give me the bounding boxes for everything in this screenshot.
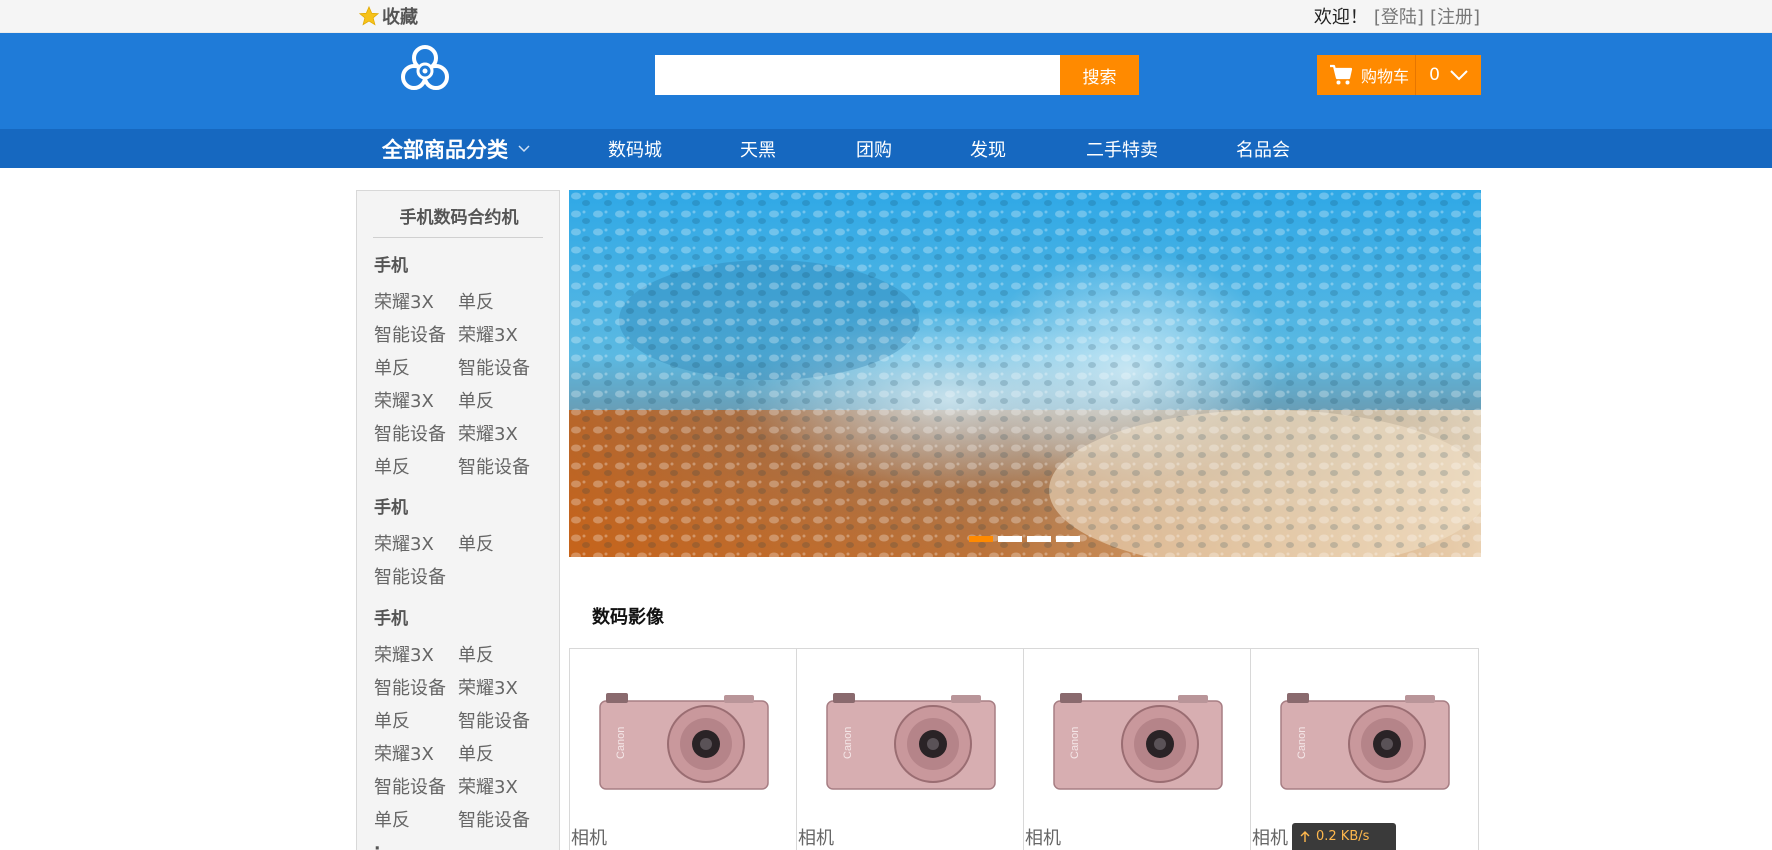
banner-carousel[interactable]: [569, 190, 1481, 557]
search-button[interactable]: 搜索: [1060, 55, 1139, 95]
carousel-dot[interactable]: [1056, 536, 1080, 542]
nav-item-discover[interactable]: 发现: [970, 129, 1006, 168]
top-bar: 收藏 欢迎！ [登陆] [注册]: [0, 0, 1772, 33]
svg-text:Canon: Canon: [615, 727, 627, 759]
nav-item-digital-city[interactable]: 数码城: [608, 129, 662, 168]
cart-button[interactable]: 购物车 0: [1317, 55, 1481, 95]
cart-label-area[interactable]: 购物车: [1317, 55, 1416, 95]
network-speed-widget[interactable]: 0.2 KB/s: [1292, 823, 1396, 850]
sidebar-section-heading: 手机: [374, 256, 408, 276]
cart-label: 购物车: [1361, 67, 1410, 86]
sidebar-link[interactable]: 单反: [374, 707, 410, 733]
sidebar-section-heading: 手机: [374, 498, 408, 518]
sidebar-link[interactable]: 智能设备: [374, 563, 446, 589]
network-speed-text: 0.2 KB/s: [1316, 829, 1370, 844]
sidebar-link[interactable]: 荣耀3X: [374, 387, 434, 413]
camera-image: Canon: [826, 693, 996, 790]
sidebar-link[interactable]: 荣耀3X: [374, 530, 434, 556]
nav-item-second-hand[interactable]: 二手特卖: [1086, 129, 1158, 168]
register-link[interactable]: [注册]: [1430, 3, 1480, 29]
category-sidebar: 手机数码合约机 手机 荣耀3X 单反 智能设备 荣耀3X 单反 智能设备 荣耀3…: [356, 190, 560, 850]
sidebar-link[interactable]: 智能设备: [374, 321, 446, 347]
camera-image: Canon: [1280, 693, 1450, 790]
chevron-down-icon: [518, 144, 530, 152]
product-name[interactable]: 相机: [1252, 824, 1288, 850]
all-categories-label: 全部商品分类: [382, 137, 508, 162]
sidebar-link[interactable]: 单反: [458, 288, 494, 314]
svg-text:Canon: Canon: [1296, 727, 1308, 759]
carousel-dot[interactable]: [1027, 536, 1051, 542]
main-nav: 全部商品分类 数码城 天黑 团购 发现 二手特卖 名品会: [0, 129, 1772, 168]
product-card[interactable]: Canon 相机: [570, 649, 797, 850]
sidebar-link[interactable]: 智能设备: [458, 806, 530, 832]
sidebar-title: 手机数码合约机: [399, 208, 519, 228]
section-title: 数码影像: [592, 607, 664, 628]
nav-item-brand-club[interactable]: 名品会: [1236, 129, 1290, 168]
cart-count-area[interactable]: 0: [1416, 65, 1481, 85]
sidebar-link[interactable]: 荣耀3X: [458, 420, 518, 446]
sidebar-link[interactable]: 荣耀3X: [458, 773, 518, 799]
all-categories-menu[interactable]: 全部商品分类: [382, 129, 530, 168]
sidebar-link[interactable]: 智能设备: [458, 707, 530, 733]
svg-text:Canon: Canon: [842, 727, 854, 759]
svg-text:Canon: Canon: [1069, 727, 1081, 759]
sidebar-section-heading-partial: ·: [374, 839, 381, 850]
header: 搜索 购物车 0: [0, 33, 1772, 129]
carousel-dot-active[interactable]: [969, 536, 993, 542]
star-icon: [358, 5, 380, 26]
sidebar-link[interactable]: 单反: [374, 354, 410, 380]
camera-image: Canon: [599, 693, 769, 790]
sidebar-section-heading: 手机: [374, 609, 408, 629]
sidebar-link[interactable]: 荣耀3X: [458, 321, 518, 347]
cart-count: 0: [1429, 65, 1440, 85]
sidebar-link[interactable]: 荣耀3X: [374, 288, 434, 314]
login-link[interactable]: [登陆]: [1374, 3, 1424, 29]
sidebar-link[interactable]: 智能设备: [374, 420, 446, 446]
favorite-label: 收藏: [382, 7, 418, 28]
upload-arrow-icon: [1300, 830, 1310, 842]
sidebar-link[interactable]: 荣耀3X: [458, 674, 518, 700]
sidebar-link[interactable]: 单反: [374, 453, 410, 479]
sidebar-link[interactable]: 单反: [458, 530, 494, 556]
sidebar-link[interactable]: 单反: [458, 387, 494, 413]
chevron-down-icon: [1450, 70, 1468, 81]
nav-item-group-buy[interactable]: 团购: [856, 129, 892, 168]
sidebar-link[interactable]: 智能设备: [374, 674, 446, 700]
search-input[interactable]: [655, 55, 1060, 95]
product-name[interactable]: 相机: [798, 824, 834, 850]
sidebar-link[interactable]: 智能设备: [374, 773, 446, 799]
welcome-text: 欢迎！: [1313, 7, 1368, 28]
product-grid: Canon 相机 Canon 相机 Canon 相机 Canon 相机: [569, 648, 1479, 850]
cart-icon: [1330, 64, 1353, 85]
welcome-area: 欢迎！ [登陆] [注册]: [1314, 4, 1480, 28]
nav-item-tianhei[interactable]: 天黑: [740, 129, 776, 168]
product-card[interactable]: Canon 相机: [1251, 649, 1478, 850]
banner-image: [569, 190, 1481, 557]
sidebar-link[interactable]: 荣耀3X: [374, 641, 434, 667]
biohazard-logo-icon[interactable]: [398, 43, 452, 97]
product-name[interactable]: 相机: [571, 824, 607, 850]
favorite-link[interactable]: 收藏: [358, 4, 418, 28]
product-name[interactable]: 相机: [1025, 824, 1061, 850]
sidebar-link[interactable]: 单反: [458, 641, 494, 667]
sidebar-link[interactable]: 荣耀3X: [374, 740, 434, 766]
sidebar-link[interactable]: 单反: [374, 806, 410, 832]
sidebar-link[interactable]: 单反: [458, 740, 494, 766]
product-card[interactable]: Canon 相机: [1024, 649, 1251, 850]
product-card[interactable]: Canon 相机: [797, 649, 1024, 850]
sidebar-link[interactable]: 智能设备: [458, 354, 530, 380]
carousel-dot[interactable]: [998, 536, 1022, 542]
camera-image: Canon: [1053, 693, 1223, 790]
sidebar-link[interactable]: 智能设备: [458, 453, 530, 479]
sidebar-divider: [373, 237, 543, 238]
